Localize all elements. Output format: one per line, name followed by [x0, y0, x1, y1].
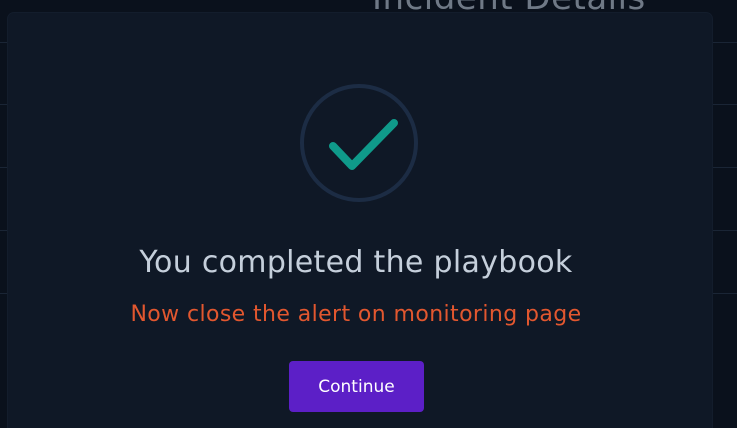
success-badge: [300, 84, 418, 202]
page: Incident Details You completed the playb…: [0, 0, 737, 428]
check-icon: [329, 119, 398, 170]
playbook-complete-modal: You completed the playbook Now close the…: [8, 13, 712, 428]
modal-title: You completed the playbook: [139, 245, 573, 280]
continue-button[interactable]: Continue: [289, 361, 424, 412]
modal-subtitle: Now close the alert on monitoring page: [130, 302, 582, 327]
